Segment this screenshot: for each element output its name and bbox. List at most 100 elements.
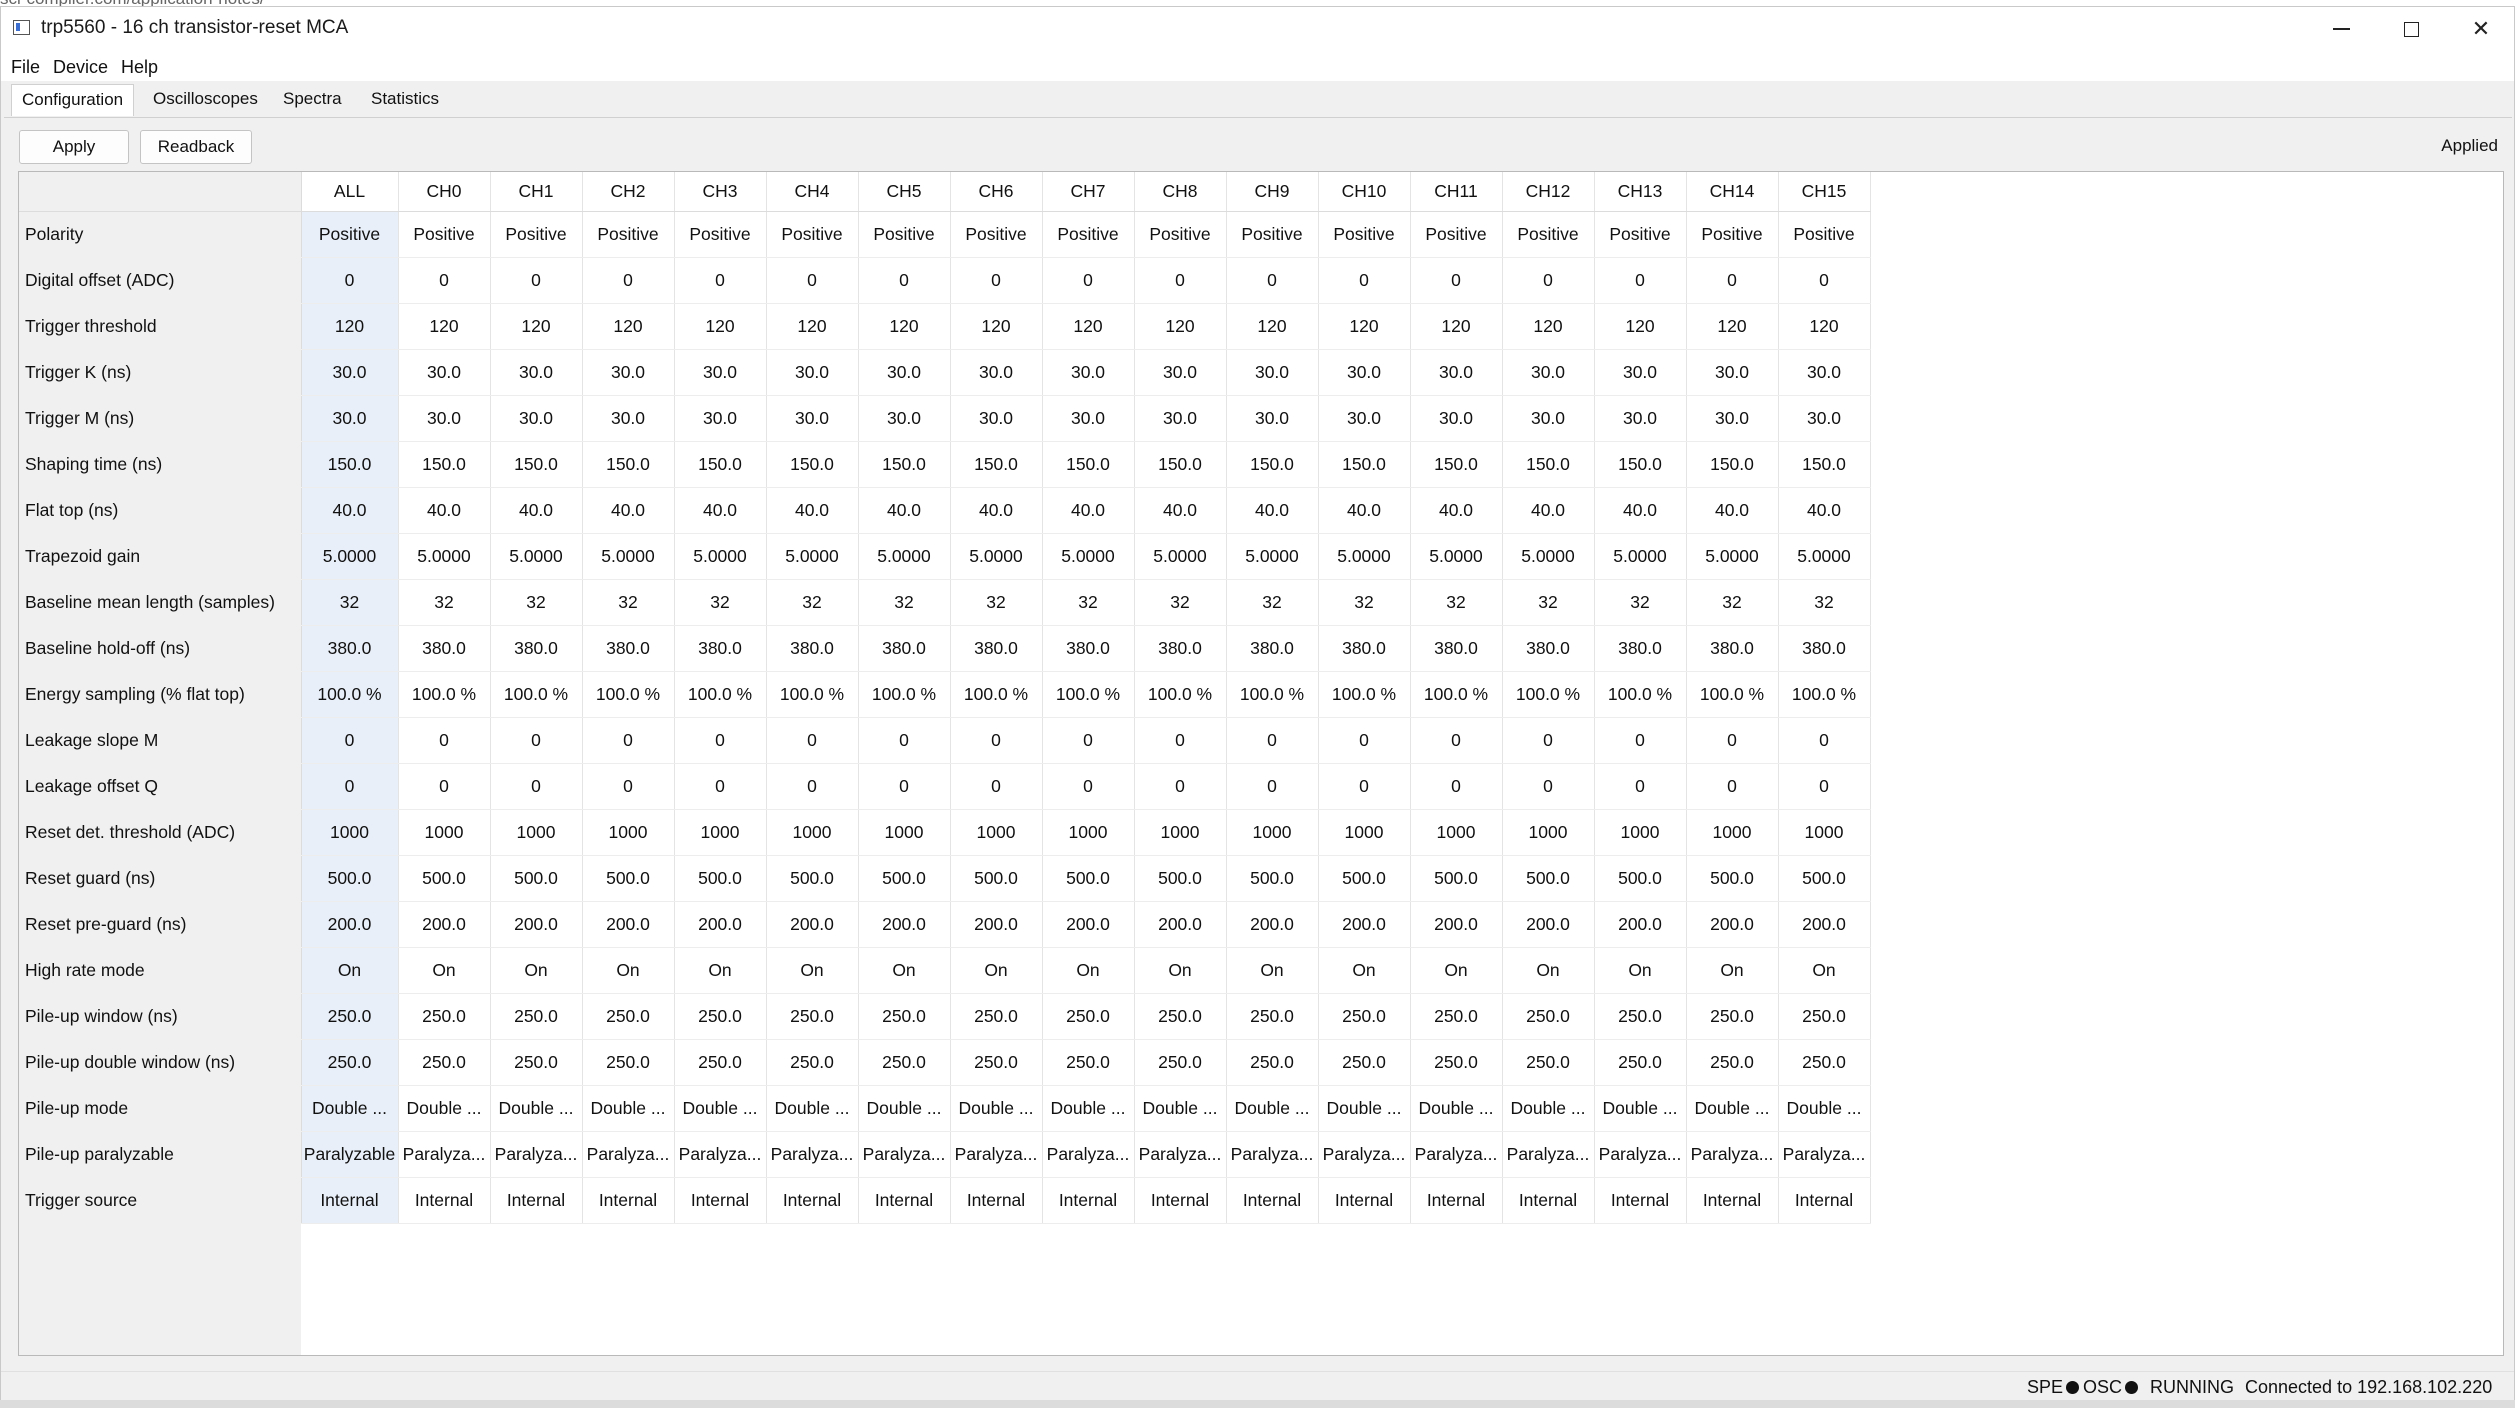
cell-ch5[interactable]: 0 bbox=[858, 257, 951, 304]
cell-ch15[interactable]: 30.0 bbox=[1778, 395, 1871, 442]
column-header-ch3[interactable]: CH3 bbox=[674, 172, 767, 212]
cell-ch13[interactable]: Internal bbox=[1594, 1177, 1687, 1224]
cell-ch11[interactable]: Paralyza... bbox=[1410, 1131, 1503, 1178]
cell-ch1[interactable]: 40.0 bbox=[490, 487, 583, 534]
cell-ch10[interactable]: 32 bbox=[1318, 579, 1411, 626]
cell-all[interactable]: 500.0 bbox=[301, 855, 399, 902]
cell-ch0[interactable]: 250.0 bbox=[398, 993, 491, 1040]
cell-ch4[interactable]: 380.0 bbox=[766, 625, 859, 672]
cell-ch14[interactable]: On bbox=[1686, 947, 1779, 994]
cell-all[interactable]: 150.0 bbox=[301, 441, 399, 488]
cell-ch8[interactable]: 5.0000 bbox=[1134, 533, 1227, 580]
cell-ch1[interactable]: On bbox=[490, 947, 583, 994]
cell-ch11[interactable]: 380.0 bbox=[1410, 625, 1503, 672]
cell-ch13[interactable]: 40.0 bbox=[1594, 487, 1687, 534]
cell-ch5[interactable]: Internal bbox=[858, 1177, 951, 1224]
cell-ch14[interactable]: 120 bbox=[1686, 303, 1779, 350]
cell-ch10[interactable]: 120 bbox=[1318, 303, 1411, 350]
cell-ch7[interactable]: 250.0 bbox=[1042, 993, 1135, 1040]
cell-ch12[interactable]: 250.0 bbox=[1502, 993, 1595, 1040]
cell-ch0[interactable]: 1000 bbox=[398, 809, 491, 856]
cell-ch4[interactable]: On bbox=[766, 947, 859, 994]
cell-ch14[interactable]: Positive bbox=[1686, 211, 1779, 258]
cell-ch3[interactable]: Positive bbox=[674, 211, 767, 258]
cell-ch3[interactable]: 40.0 bbox=[674, 487, 767, 534]
cell-all[interactable]: 250.0 bbox=[301, 1039, 399, 1086]
cell-ch3[interactable]: 380.0 bbox=[674, 625, 767, 672]
cell-ch13[interactable]: On bbox=[1594, 947, 1687, 994]
cell-ch9[interactable]: 1000 bbox=[1226, 809, 1319, 856]
cell-ch7[interactable]: 150.0 bbox=[1042, 441, 1135, 488]
column-header-ch13[interactable]: CH13 bbox=[1594, 172, 1687, 212]
cell-ch7[interactable]: 250.0 bbox=[1042, 1039, 1135, 1086]
cell-ch1[interactable]: 0 bbox=[490, 257, 583, 304]
cell-ch12[interactable]: 250.0 bbox=[1502, 1039, 1595, 1086]
cell-ch7[interactable]: 30.0 bbox=[1042, 349, 1135, 396]
cell-ch3[interactable]: 32 bbox=[674, 579, 767, 626]
cell-ch2[interactable]: Double ... bbox=[582, 1085, 675, 1132]
cell-ch7[interactable]: 380.0 bbox=[1042, 625, 1135, 672]
cell-ch5[interactable]: 0 bbox=[858, 717, 951, 764]
cell-ch14[interactable]: 1000 bbox=[1686, 809, 1779, 856]
cell-ch9[interactable]: 32 bbox=[1226, 579, 1319, 626]
cell-ch2[interactable]: 0 bbox=[582, 717, 675, 764]
cell-ch15[interactable]: 30.0 bbox=[1778, 349, 1871, 396]
cell-ch9[interactable]: Paralyza... bbox=[1226, 1131, 1319, 1178]
cell-ch10[interactable]: Paralyza... bbox=[1318, 1131, 1411, 1178]
cell-ch1[interactable]: Double ... bbox=[490, 1085, 583, 1132]
column-header-ch1[interactable]: CH1 bbox=[490, 172, 583, 212]
cell-ch8[interactable]: On bbox=[1134, 947, 1227, 994]
cell-ch3[interactable]: 30.0 bbox=[674, 395, 767, 442]
cell-ch11[interactable]: 5.0000 bbox=[1410, 533, 1503, 580]
cell-ch5[interactable]: 30.0 bbox=[858, 395, 951, 442]
cell-ch6[interactable]: 40.0 bbox=[950, 487, 1043, 534]
cell-ch7[interactable]: 200.0 bbox=[1042, 901, 1135, 948]
cell-ch8[interactable]: Positive bbox=[1134, 211, 1227, 258]
cell-ch13[interactable]: Positive bbox=[1594, 211, 1687, 258]
cell-ch14[interactable]: 250.0 bbox=[1686, 1039, 1779, 1086]
cell-ch15[interactable]: 150.0 bbox=[1778, 441, 1871, 488]
cell-ch3[interactable]: On bbox=[674, 947, 767, 994]
cell-ch5[interactable]: 100.0 % bbox=[858, 671, 951, 718]
cell-ch6[interactable]: 120 bbox=[950, 303, 1043, 350]
cell-ch2[interactable]: Paralyza... bbox=[582, 1131, 675, 1178]
cell-ch7[interactable]: Internal bbox=[1042, 1177, 1135, 1224]
cell-ch13[interactable]: Paralyza... bbox=[1594, 1131, 1687, 1178]
cell-ch15[interactable]: Internal bbox=[1778, 1177, 1871, 1224]
cell-ch9[interactable]: 30.0 bbox=[1226, 395, 1319, 442]
cell-ch11[interactable]: 200.0 bbox=[1410, 901, 1503, 948]
cell-ch7[interactable]: Positive bbox=[1042, 211, 1135, 258]
cell-ch11[interactable]: 100.0 % bbox=[1410, 671, 1503, 718]
cell-ch3[interactable]: Double ... bbox=[674, 1085, 767, 1132]
cell-ch11[interactable]: 0 bbox=[1410, 257, 1503, 304]
cell-ch10[interactable]: 200.0 bbox=[1318, 901, 1411, 948]
cell-ch12[interactable]: 0 bbox=[1502, 257, 1595, 304]
cell-ch8[interactable]: 200.0 bbox=[1134, 901, 1227, 948]
cell-ch2[interactable]: 200.0 bbox=[582, 901, 675, 948]
cell-ch12[interactable]: 30.0 bbox=[1502, 395, 1595, 442]
cell-ch5[interactable]: 40.0 bbox=[858, 487, 951, 534]
cell-ch10[interactable]: 0 bbox=[1318, 257, 1411, 304]
cell-ch15[interactable]: 250.0 bbox=[1778, 993, 1871, 1040]
cell-ch14[interactable]: Internal bbox=[1686, 1177, 1779, 1224]
cell-ch3[interactable]: 100.0 % bbox=[674, 671, 767, 718]
cell-ch8[interactable]: Double ... bbox=[1134, 1085, 1227, 1132]
column-header-ch7[interactable]: CH7 bbox=[1042, 172, 1135, 212]
cell-ch11[interactable]: 120 bbox=[1410, 303, 1503, 350]
menu-file[interactable]: File bbox=[11, 57, 40, 78]
cell-all[interactable]: Internal bbox=[301, 1177, 399, 1224]
cell-all[interactable]: 5.0000 bbox=[301, 533, 399, 580]
cell-ch15[interactable]: 250.0 bbox=[1778, 1039, 1871, 1086]
cell-ch15[interactable]: 0 bbox=[1778, 257, 1871, 304]
cell-ch9[interactable]: 120 bbox=[1226, 303, 1319, 350]
cell-ch6[interactable]: 200.0 bbox=[950, 901, 1043, 948]
cell-ch13[interactable]: 0 bbox=[1594, 763, 1687, 810]
cell-ch5[interactable]: 200.0 bbox=[858, 901, 951, 948]
cell-ch0[interactable]: 40.0 bbox=[398, 487, 491, 534]
cell-ch5[interactable]: Paralyza... bbox=[858, 1131, 951, 1178]
cell-ch12[interactable]: 30.0 bbox=[1502, 349, 1595, 396]
cell-ch13[interactable]: 30.0 bbox=[1594, 349, 1687, 396]
cell-ch6[interactable]: 5.0000 bbox=[950, 533, 1043, 580]
cell-ch0[interactable]: 0 bbox=[398, 717, 491, 764]
cell-ch1[interactable]: 1000 bbox=[490, 809, 583, 856]
